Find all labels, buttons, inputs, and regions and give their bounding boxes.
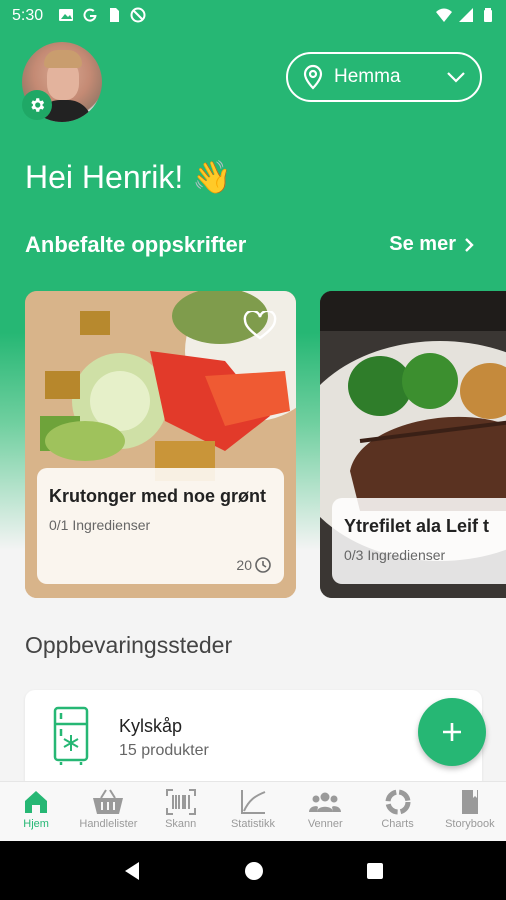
- friends-icon: [309, 792, 342, 812]
- barcode-icon: [165, 789, 196, 815]
- back-icon[interactable]: [121, 860, 143, 882]
- nav-item-home[interactable]: Hjem: [0, 782, 72, 841]
- plus-icon: [443, 723, 461, 741]
- nav-label: Handlelister: [79, 818, 138, 830]
- nav-label: Storybook: [445, 818, 495, 830]
- fridge-icon: [53, 706, 89, 765]
- donut-icon: [385, 789, 411, 815]
- recipe-card-info: Ytrefilet ala Leif t 0/3 Ingredienser: [332, 498, 506, 584]
- recipe-time: 20: [236, 556, 272, 574]
- nav-label: Statistikk: [230, 818, 275, 830]
- battery-icon: [484, 8, 492, 22]
- recents-icon[interactable]: [365, 861, 385, 881]
- location-label: Hemma: [334, 66, 401, 87]
- nav-label: Hjem: [23, 818, 49, 830]
- storage-count: 15 produkter: [119, 742, 209, 759]
- book-icon: [461, 790, 478, 814]
- recipe-card-info: Krutonger med noe grønt 0/1 Ingredienser…: [37, 468, 284, 584]
- see-more-button[interactable]: Se mer: [389, 233, 474, 256]
- dnd-icon: [130, 7, 146, 23]
- recipe-ingredients: 0/3 Ingredienser: [344, 547, 446, 563]
- status-bar: 5:30: [0, 0, 506, 32]
- clock-icon: [255, 557, 271, 573]
- location-selector[interactable]: Hemma: [286, 52, 482, 102]
- recipe-ingredients: 0/1 Ingredienser: [49, 517, 151, 533]
- settings-button[interactable]: [22, 90, 52, 120]
- google-icon: [83, 8, 97, 22]
- nav-item-storybook[interactable]: Storybook: [434, 782, 506, 841]
- nav-item-friends[interactable]: Venner: [289, 782, 361, 841]
- chevron-down-icon: [447, 72, 465, 83]
- recipes-section-title: Anbefalte oppskrifter: [25, 232, 247, 257]
- system-navigation-bar: [0, 841, 506, 900]
- nav-item-charts[interactable]: Charts: [361, 782, 433, 841]
- recipe-title: Ytrefilet ala Leif t: [344, 516, 490, 536]
- recipe-title: Krutonger med noe grønt: [49, 486, 266, 506]
- location-pin-icon: [303, 64, 323, 90]
- greeting: Hei Henrik! 👋: [25, 159, 232, 195]
- image-icon: [59, 9, 73, 21]
- storage-section-title: Oppbevaringssteder: [25, 632, 233, 658]
- storage-name: Kylskåp: [119, 716, 183, 736]
- storage-item[interactable]: Kylskåp 15 produkter: [25, 690, 482, 790]
- bottom-navigation: Hjem Handlelister Skann Statistikk Venne…: [0, 781, 506, 841]
- recipe-time-value: 20: [236, 557, 252, 573]
- nav-label: Skann: [165, 818, 197, 830]
- favorite-heart-icon[interactable]: [243, 311, 277, 341]
- wifi-icon: [436, 8, 452, 22]
- gear-icon: [31, 98, 45, 112]
- home-icon: [25, 791, 48, 813]
- chevron-right-icon: [465, 237, 474, 252]
- status-time: 5:30: [12, 7, 44, 24]
- signal-icon: [459, 8, 473, 22]
- nav-item-shopping-lists[interactable]: Handlelister: [72, 782, 144, 841]
- basket-icon: [93, 789, 124, 814]
- recipe-card[interactable]: Krutonger med noe grønt 0/1 Ingredienser…: [25, 291, 296, 598]
- nav-label: Venner: [307, 818, 343, 830]
- sim-icon: [110, 8, 119, 22]
- add-button[interactable]: [418, 698, 486, 766]
- nav-label: Charts: [381, 818, 414, 830]
- nav-item-scan[interactable]: Skann: [145, 782, 217, 841]
- nav-item-statistics[interactable]: Statistikk: [217, 782, 289, 841]
- chart-icon: [240, 790, 266, 814]
- home-circle-icon[interactable]: [244, 861, 264, 881]
- see-more-label: Se mer: [389, 233, 456, 255]
- recipe-card[interactable]: Ytrefilet ala Leif t 0/3 Ingredienser: [320, 291, 506, 598]
